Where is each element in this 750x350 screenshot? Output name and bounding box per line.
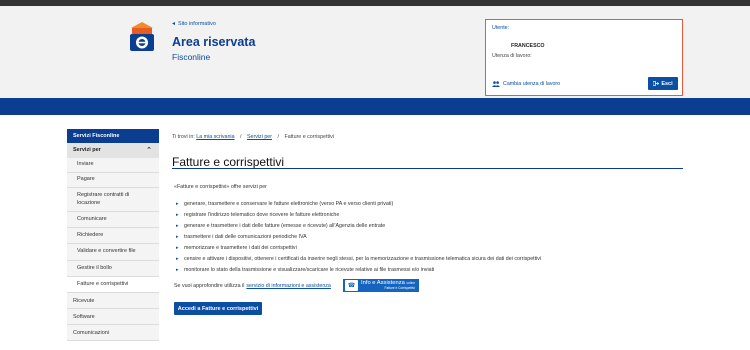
sidebar-header[interactable]: Servizi Fisconline bbox=[67, 129, 159, 143]
title-divider bbox=[172, 168, 683, 170]
intro-text: «Fatture e corrispettivi» offre servizi … bbox=[174, 184, 267, 190]
service-text: generare e trasmettere i dati delle fatt… bbox=[184, 223, 386, 230]
bullet-icon: ▸ bbox=[176, 223, 179, 230]
sidebar-item-pagare[interactable]: Pagare bbox=[67, 173, 159, 188]
site-info-label: Sito informativo bbox=[178, 20, 216, 27]
breadcrumb-separator: / bbox=[277, 134, 279, 140]
chevron-up-icon: ⌃ bbox=[146, 147, 152, 154]
exit-button[interactable]: Esci bbox=[648, 77, 678, 90]
change-utenza-label: Cambia utenza di lavoro bbox=[503, 81, 561, 87]
badge-title: Info e Assistenza bbox=[361, 279, 405, 286]
sidebar-item-gestire-bollo[interactable]: Gestire il bollo bbox=[67, 261, 159, 277]
breadcrumb-link-scrivania[interactable]: La mia scrivania bbox=[196, 134, 234, 140]
area-title: Area riservata bbox=[172, 35, 256, 49]
service-text: registrare l'indirizzo telematico dove r… bbox=[184, 212, 340, 219]
bullet-icon: ▸ bbox=[176, 212, 179, 219]
service-text: generare, trasmettere e conservare le fa… bbox=[184, 201, 394, 208]
chevron-left-icon: ◂ bbox=[172, 21, 176, 27]
more-info-prefix: Se vuoi approfondire utilizza il bbox=[174, 283, 245, 289]
badge-subtitle: Fatture e Corrispettivi bbox=[384, 286, 415, 291]
list-item: ▸ memorizzare e trasmettere i dati dei co… bbox=[176, 243, 541, 254]
bullet-icon: ▸ bbox=[176, 255, 179, 262]
list-item: ▸ registrare l'indirizzo telematico dove … bbox=[176, 210, 541, 221]
user-name: FRANCESCO bbox=[511, 43, 545, 49]
bullet-icon: ▸ bbox=[176, 266, 179, 273]
service-text: monitorare lo stato della trasmissione e… bbox=[184, 266, 435, 273]
breadcrumb-current: Fatture e corrispettivi bbox=[284, 134, 334, 140]
breadcrumb-separator: / bbox=[240, 134, 242, 140]
header: ◂ Sito informativo Area riservata Fiscon… bbox=[0, 6, 750, 98]
sidebar-item-inviare[interactable]: Inviare bbox=[67, 158, 159, 173]
bullet-icon: ▸ bbox=[176, 201, 179, 208]
list-item: ▸ trasmettere i dati delle comunicazioni … bbox=[176, 232, 541, 243]
badge-online: online bbox=[406, 280, 415, 285]
site-info-link[interactable]: ◂ Sito informativo bbox=[172, 20, 216, 28]
sidebar-item-richiedere[interactable]: Richiedere bbox=[67, 228, 159, 244]
sidebar-section-software[interactable]: Software bbox=[67, 309, 159, 325]
sidebar-group-label: Servizi per bbox=[73, 147, 101, 153]
user-label: Utente: bbox=[492, 25, 510, 31]
sidebar-section-ricevute[interactable]: Ricevute bbox=[67, 293, 159, 309]
change-utenza-link[interactable]: Cambia utenza di lavoro bbox=[492, 81, 560, 87]
sidebar-item-validare-convertire[interactable]: Validare e convertire file bbox=[67, 244, 159, 261]
service-text: censire e attivare i dispositivi, ottene… bbox=[184, 255, 542, 262]
breadcrumb-link-servizi-per[interactable]: Servizi per bbox=[247, 134, 272, 140]
sidebar-item-comunicare[interactable]: Comunicare bbox=[67, 212, 159, 228]
list-item: ▸ censire e attivare i dispositivi, otten… bbox=[176, 253, 541, 264]
agenzia-entrate-logo[interactable] bbox=[122, 20, 162, 54]
breadcrumb: Ti trovi in: La mia scrivania / Servizi … bbox=[172, 134, 334, 140]
sidebar-group-servizi-per[interactable]: Servizi per ⌃ bbox=[67, 143, 159, 158]
sidebar: Servizi Fisconline Servizi per ⌃ Inviare… bbox=[67, 129, 159, 341]
user-box: Utente: FRANCESCO Utenza di lavoro: Camb… bbox=[485, 19, 683, 96]
logout-icon bbox=[653, 81, 660, 86]
more-info-text: Se vuoi approfondire utilizza il servizi… bbox=[174, 283, 331, 289]
nav-bar bbox=[0, 98, 750, 115]
service-text: memorizzare e trasmettere i dati dei cor… bbox=[184, 245, 297, 251]
sidebar-item-fatture-corrispettivi[interactable]: Fatture e corrispettivi bbox=[67, 277, 159, 293]
services-list: ▸ generare, trasmettere e conservare le f… bbox=[176, 199, 541, 275]
utenza-label: Utenza di lavoro: bbox=[492, 53, 532, 59]
access-fatture-button[interactable]: Accedi a Fatture e corrispettivi bbox=[174, 302, 262, 315]
sidebar-item-registrare-contratti[interactable]: Registrare contratti di locazione bbox=[67, 188, 159, 212]
list-item: ▸ generare e trasmettere i dati delle fat… bbox=[176, 221, 541, 232]
breadcrumb-prefix: Ti trovi in: bbox=[172, 134, 195, 140]
headset-icon: ☎ bbox=[345, 280, 358, 291]
exit-label: Esci bbox=[661, 80, 673, 87]
list-item: ▸ generare, trasmettere e conservare le f… bbox=[176, 199, 541, 210]
bullet-icon: ▸ bbox=[176, 245, 179, 251]
list-item: ▸ monitorare lo stato della trasmissione … bbox=[176, 264, 541, 275]
area-subtitle: Fisconline bbox=[172, 52, 211, 62]
info-assistenza-button[interactable]: ☎ Info e Assistenza online Fatture e Cor… bbox=[343, 279, 419, 292]
assistance-link[interactable]: servizio di informazioni e assistenza bbox=[246, 283, 331, 289]
bullet-icon: ▸ bbox=[176, 234, 179, 241]
users-icon bbox=[492, 81, 500, 87]
page-title: Fatture e corrispettivi bbox=[172, 155, 285, 169]
service-text: trasmettere i dati delle comunicazioni p… bbox=[184, 234, 307, 241]
sidebar-section-comunicazioni[interactable]: Comunicazioni bbox=[67, 325, 159, 341]
